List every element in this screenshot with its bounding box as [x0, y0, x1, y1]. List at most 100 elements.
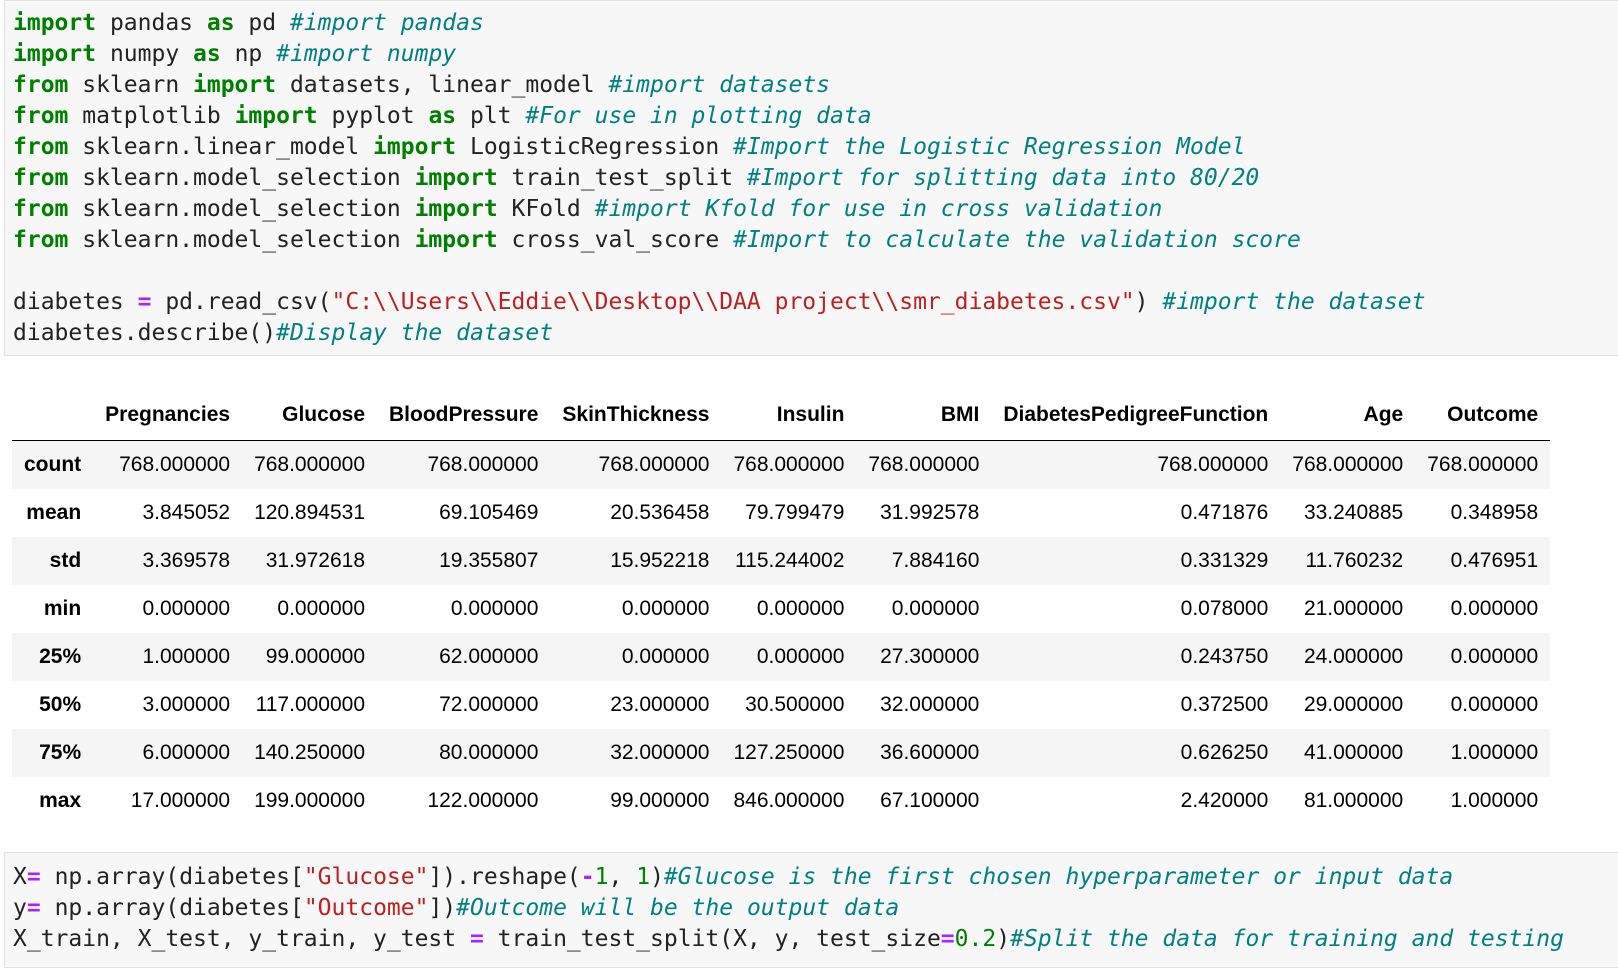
table-cell: 768.000000: [254, 453, 366, 476]
table-row: min 0.000000 0.000000 0.000000 0.000000 0.000…: [12, 585, 1551, 633]
code-token: train_test_split(X, y, test_size: [483, 926, 941, 952]
code-token: X_train, X_test, y_train, y_test: [13, 926, 470, 952]
code-token: np: [220, 41, 277, 67]
code-token: import: [13, 10, 97, 36]
code-line: import numpy as np #import numpy: [13, 39, 1618, 70]
table-cell: 0.000000: [621, 645, 710, 668]
table-row: 25% 1.000000 99.000000 62.000000 0.000000 0.0…: [12, 633, 1551, 681]
code-token: cross_val_score: [497, 227, 734, 253]
table-cell: 0.000000: [891, 597, 980, 620]
describe-output: Pregnancies Glucose BloodPressure SkinThick…: [12, 390, 1551, 825]
code-token: #For use in plotting data: [525, 103, 872, 129]
table-cell: 768.000000: [733, 453, 845, 476]
code-token: ,: [608, 864, 637, 890]
table-row: 75% 6.000000 140.250000 80.000000 32.000000 1…: [12, 729, 1551, 777]
code-cell-1[interactable]: import pandas as pd #import pandas import…: [4, 0, 1618, 356]
code-token: #Outcome will be the output data: [456, 895, 900, 921]
code-line: from sklearn.linear_model import Logisti…: [13, 132, 1618, 163]
code-line: from sklearn.model_selection import cros…: [13, 225, 1618, 256]
code-token: as: [193, 41, 221, 67]
code-token: #Display the dataset: [276, 320, 554, 346]
code-token: from: [13, 134, 69, 160]
code-token: sklearn.model_selection: [68, 165, 415, 191]
code-editor[interactable]: X= np.array(diabetes["Glucose"]).reshape…: [5, 853, 1618, 955]
code-token: =: [26, 895, 41, 921]
row-label: 50%: [39, 693, 82, 716]
code-token: y: [13, 895, 27, 921]
code-token: pyplot: [317, 103, 429, 129]
table-cell: 768.000000: [868, 453, 980, 476]
code-token: matplotlib: [68, 103, 235, 129]
table-cell: 6.000000: [142, 741, 231, 764]
table-cell: 15.952218: [610, 549, 710, 572]
code-token: LogisticRegression: [456, 134, 734, 160]
code-line: diabetes = pd.read_csv("C:\\Users\\Eddie…: [13, 287, 1618, 318]
table-row: mean 3.845052 120.894531 69.105469 20.536458…: [12, 489, 1551, 537]
code-line: X_train, X_test, y_train, y_test = train…: [13, 924, 1618, 955]
table-cell: 0.000000: [277, 597, 366, 620]
table-cell: 0.476951: [1450, 549, 1539, 572]
code-token: sklearn.model_selection: [68, 196, 415, 222]
code-token: "Glucose": [303, 864, 429, 890]
code-line: diabetes.describe()#Display the dataset: [13, 318, 1618, 349]
column-header: Pregnancies: [93, 390, 243, 441]
row-label: max: [39, 789, 82, 812]
table-cell: 99.000000: [610, 789, 710, 812]
code-token: np.array(diabetes[: [40, 895, 304, 921]
table-cell: 0.000000: [621, 597, 710, 620]
code-token: #Import to calculate the validation scor…: [733, 227, 1301, 253]
table-cell: 23.000000: [610, 693, 710, 716]
code-line: from sklearn.model_selection import KFol…: [13, 194, 1618, 225]
table-cell: 115.244002: [735, 549, 845, 572]
code-token: 1: [636, 864, 651, 890]
table-cell: 81.000000: [1303, 789, 1404, 812]
table-cell: 0.372500: [1180, 693, 1269, 716]
code-token: import: [373, 134, 457, 160]
code-token: from: [13, 227, 69, 253]
table-cell: 72.000000: [439, 693, 539, 716]
code-token: 0.2: [954, 926, 997, 952]
code-line: X= np.array(diabetes["Glucose"]).reshape…: [13, 862, 1618, 893]
table-cell: 32.000000: [610, 741, 710, 764]
row-label: mean: [26, 501, 82, 524]
table-row: count 768.000000 768.000000 768.000000 768.0…: [12, 440, 1551, 489]
code-editor[interactable]: import pandas as pd #import pandas import…: [5, 1, 1618, 349]
code-token: as: [206, 10, 235, 36]
code-token: "Outcome": [303, 895, 429, 921]
code-token: import: [13, 41, 97, 67]
code-token: pandas: [96, 10, 207, 36]
table-cell: 2.420000: [1180, 789, 1269, 812]
column-header: Outcome: [1415, 390, 1551, 441]
code-token: -: [580, 864, 595, 890]
table-cell: 31.972618: [265, 549, 366, 572]
code-token: =: [940, 926, 955, 952]
code-token: #Glucose is the first chosen hyperparame…: [663, 864, 1454, 890]
table-cell: 29.000000: [1303, 693, 1404, 716]
code-token: plt: [456, 103, 526, 129]
table-cell: 0.471876: [1180, 501, 1269, 524]
code-token: from: [13, 165, 69, 191]
code-token: import: [234, 103, 318, 129]
code-line: from sklearn import datasets, linear_mod…: [13, 70, 1618, 101]
table-cell: 1.000000: [1450, 741, 1539, 764]
table-cell: 67.100000: [880, 789, 980, 812]
row-label: std: [49, 549, 82, 572]
table-cell: 768.000000: [598, 453, 710, 476]
table-cell: 0.348958: [1450, 501, 1539, 524]
table-header-row: Pregnancies Glucose BloodPressure SkinThick…: [12, 390, 1551, 441]
table-cell: 3.000000: [142, 693, 231, 716]
table-cell: 0.626250: [1180, 741, 1269, 764]
code-token: from: [13, 196, 69, 222]
code-token: np.array(diabetes[: [40, 864, 304, 890]
table-cell: 0.000000: [1450, 693, 1539, 716]
code-token: ]).reshape(: [428, 864, 581, 890]
table-cell: 1.000000: [142, 645, 231, 668]
table-cell: 199.000000: [254, 789, 366, 812]
column-header: BMI: [856, 390, 992, 441]
code-cell-2[interactable]: X= np.array(diabetes["Glucose"]).reshape…: [4, 852, 1618, 968]
code-token: 1: [594, 864, 609, 890]
row-label: count: [24, 453, 82, 476]
table-cell: 117.000000: [255, 693, 366, 716]
code-token: ): [1134, 289, 1163, 315]
